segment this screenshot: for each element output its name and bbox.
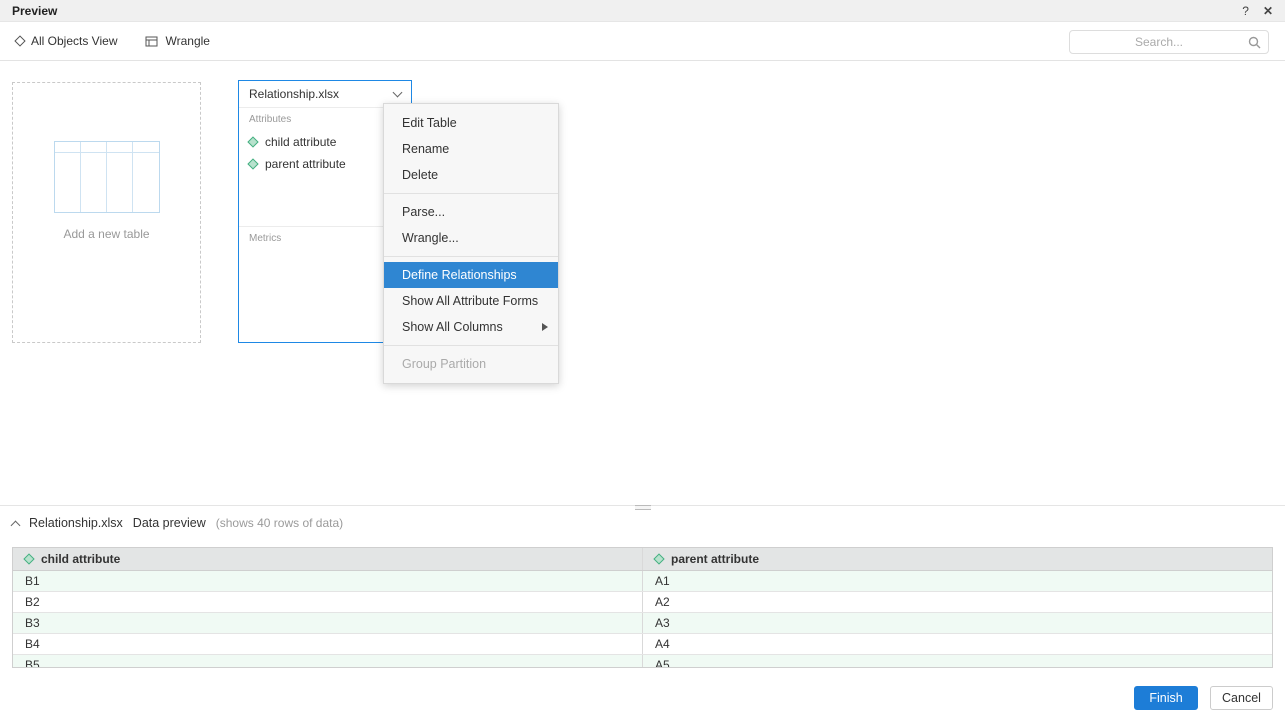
attributes-label: Attributes xyxy=(249,114,401,125)
close-icon[interactable]: ✕ xyxy=(1263,4,1273,18)
table-placeholder-icon xyxy=(54,141,160,213)
menu-item-parse[interactable]: Parse... xyxy=(384,199,558,225)
attribute-diamond-icon xyxy=(23,553,34,564)
attribute-item-label: child attribute xyxy=(265,135,336,149)
window-title: Preview xyxy=(12,4,57,18)
toolbar: All Objects View Wrangle xyxy=(0,22,1285,61)
table-cell: A2 xyxy=(643,592,1272,612)
column-header-child-attribute[interactable]: child attribute xyxy=(13,548,643,570)
wrangle-icon xyxy=(145,35,158,48)
menu-item-define-relationships[interactable]: Define Relationships xyxy=(384,262,558,288)
metrics-label: Metrics xyxy=(249,233,401,244)
table-cell: B3 xyxy=(13,613,643,633)
data-preview-table: child attribute parent attribute B1 A1 B… xyxy=(12,547,1273,668)
data-preview-header: Relationship.xlsx Data preview (shows 40… xyxy=(12,516,343,530)
table-cell: A4 xyxy=(643,634,1272,654)
menu-divider xyxy=(384,345,558,346)
submenu-arrow-icon xyxy=(542,323,548,331)
menu-item-delete[interactable]: Delete xyxy=(384,162,558,188)
attribute-item-parent[interactable]: parent attribute xyxy=(249,153,401,175)
menu-item-group-partition: Group Partition xyxy=(384,351,558,377)
table-header-row: child attribute parent attribute xyxy=(13,548,1272,571)
menu-item-show-all-columns[interactable]: Show All Columns xyxy=(384,314,558,340)
table-cell: B4 xyxy=(13,634,643,654)
chevron-down-icon[interactable] xyxy=(393,88,403,98)
table-card-title: Relationship.xlsx xyxy=(249,87,339,101)
all-objects-view-label: All Objects View xyxy=(31,34,117,48)
menu-item-show-all-attribute-forms[interactable]: Show All Attribute Forms xyxy=(384,288,558,314)
add-new-table-dropzone[interactable]: Add a new table xyxy=(12,82,201,343)
table-cell: B5 xyxy=(13,655,643,668)
search-box[interactable] xyxy=(1069,30,1269,54)
collapse-chevron-icon[interactable] xyxy=(11,520,21,530)
table-row: B1 A1 xyxy=(13,571,1272,592)
diamond-outline-icon xyxy=(14,35,25,46)
preview-section-label: Data preview xyxy=(133,516,206,530)
splitter-handle-icon[interactable] xyxy=(635,505,651,510)
wrangle-button[interactable]: Wrangle xyxy=(145,34,209,48)
table-row: B3 A3 xyxy=(13,613,1272,634)
cancel-button[interactable]: Cancel xyxy=(1210,686,1273,710)
preview-row-count-note: (shows 40 rows of data) xyxy=(216,516,343,530)
table-cell: A5 xyxy=(643,655,1272,668)
menu-divider xyxy=(384,256,558,257)
table-row: B5 A5 xyxy=(13,655,1272,668)
wrangle-label: Wrangle xyxy=(165,34,209,48)
menu-divider xyxy=(384,193,558,194)
column-header-parent-attribute[interactable]: parent attribute xyxy=(643,548,1272,570)
column-header-label: child attribute xyxy=(41,552,120,566)
window-titlebar: Preview ? ✕ xyxy=(0,0,1285,22)
table-context-menu: Edit Table Rename Delete Parse... Wrangl… xyxy=(383,103,559,384)
add-table-label: Add a new table xyxy=(13,227,200,241)
menu-item-edit-table[interactable]: Edit Table xyxy=(384,110,558,136)
attribute-diamond-icon xyxy=(247,136,258,147)
preview-table-name: Relationship.xlsx xyxy=(29,516,123,530)
finish-button[interactable]: Finish xyxy=(1134,686,1198,710)
table-row: B4 A4 xyxy=(13,634,1272,655)
attribute-item-label: parent attribute xyxy=(265,157,346,171)
help-icon[interactable]: ? xyxy=(1242,4,1249,18)
attribute-item-child[interactable]: child attribute xyxy=(249,131,401,153)
search-icon[interactable] xyxy=(1248,36,1261,49)
all-objects-view-button[interactable]: All Objects View xyxy=(16,34,117,48)
table-cell: A3 xyxy=(643,613,1272,633)
menu-item-label: Show All Columns xyxy=(402,320,503,334)
menu-item-rename[interactable]: Rename xyxy=(384,136,558,162)
search-input[interactable] xyxy=(1070,31,1248,53)
attribute-diamond-icon xyxy=(653,553,664,564)
attribute-diamond-icon xyxy=(247,158,258,169)
panel-splitter[interactable] xyxy=(0,505,1285,511)
menu-item-wrangle[interactable]: Wrangle... xyxy=(384,225,558,251)
table-row: B2 A2 xyxy=(13,592,1272,613)
table-cell: A1 xyxy=(643,571,1272,591)
table-cell: B2 xyxy=(13,592,643,612)
table-cell: B1 xyxy=(13,571,643,591)
column-header-label: parent attribute xyxy=(671,552,759,566)
